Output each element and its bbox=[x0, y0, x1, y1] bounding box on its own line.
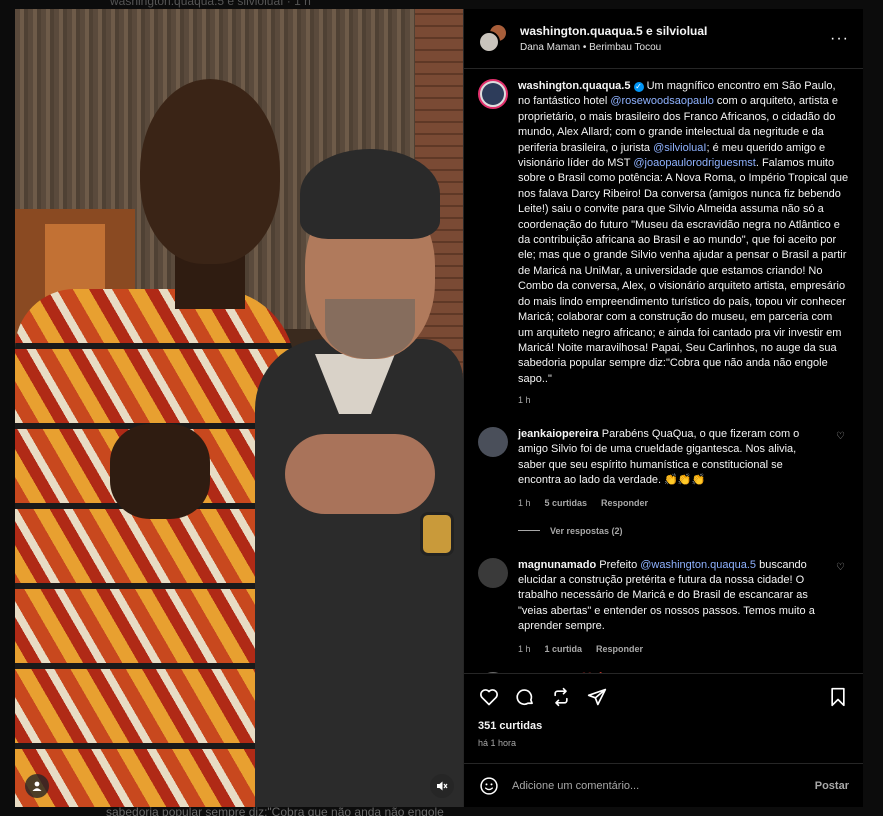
post-header: washington.quaqua.5 e silvioluaI Dana Ma… bbox=[464, 9, 863, 69]
caption-text: washington.quaqua.5 ✓ Um magnífico encon… bbox=[518, 79, 849, 387]
comment-likes[interactable]: 5 curtidas bbox=[545, 498, 588, 508]
comment-item: riibeirocaio ❤️🔥 ♡ bbox=[478, 671, 849, 674]
mention-link[interactable]: @joaopaulorodriguesmst bbox=[633, 157, 755, 169]
hair bbox=[300, 149, 440, 239]
comments-scroll-area[interactable]: washington.quaqua.5 ✓ Um magnífico encon… bbox=[464, 69, 863, 673]
verified-badge-icon: ✓ bbox=[633, 82, 644, 92]
post-photo[interactable] bbox=[15, 9, 463, 807]
like-comment-heart-icon[interactable]: ♡ bbox=[836, 431, 845, 442]
save-button[interactable] bbox=[827, 686, 849, 708]
reply-button[interactable]: Responder bbox=[601, 498, 648, 508]
mention-link[interactable]: @washington.quaqua.5 bbox=[640, 559, 756, 571]
view-replies-button[interactable]: Ver respostas (2) bbox=[518, 526, 849, 536]
heart-icon bbox=[480, 689, 498, 706]
reply-button[interactable]: Responder bbox=[596, 644, 643, 654]
comment-item: magnunamado Prefeito @washington.quaqua.… bbox=[478, 557, 849, 654]
post-timestamp[interactable]: há 1 hora bbox=[478, 738, 849, 748]
avatar bbox=[478, 30, 500, 53]
comment-text: jeankaiopereira Parabéns QuaQua, o que f… bbox=[518, 427, 825, 488]
audio-info: Dana Maman • Berimbau Tocou bbox=[520, 42, 830, 53]
header-text: washington.quaqua.5 e silvioluaI Dana Ma… bbox=[520, 24, 830, 53]
avatar[interactable] bbox=[478, 557, 508, 588]
audio-mute-button[interactable] bbox=[430, 774, 454, 798]
comment-time[interactable]: 1 h bbox=[518, 498, 531, 508]
caption-time[interactable]: 1 h bbox=[518, 395, 849, 405]
comment-likes[interactable]: 1 curtida bbox=[545, 644, 583, 654]
post-details-panel: washington.quaqua.5 e silvioluaI Dana Ma… bbox=[463, 9, 863, 807]
wristwatch bbox=[420, 512, 454, 556]
share-button[interactable] bbox=[586, 686, 608, 708]
comment-input[interactable] bbox=[512, 779, 803, 792]
comment-username[interactable]: jeankaiopereira bbox=[518, 428, 599, 440]
pointing-arm bbox=[285, 434, 435, 514]
caption-row: washington.quaqua.5 ✓ Um magnífico encon… bbox=[478, 79, 849, 405]
repost-button[interactable] bbox=[550, 686, 572, 708]
post-modal: washington.quaqua.5 e silvioluaI Dana Ma… bbox=[15, 9, 863, 807]
emoji-icon bbox=[480, 776, 498, 795]
avatar[interactable] bbox=[478, 671, 508, 673]
action-icon-bar bbox=[478, 680, 849, 714]
bookmark-icon bbox=[831, 687, 845, 707]
comment-meta: 1 h 5 curtidas Responder bbox=[518, 498, 825, 508]
post-authors[interactable]: washington.quaqua.5 e silvioluaI bbox=[520, 24, 830, 38]
likes-count[interactable]: 351 curtidas bbox=[478, 720, 849, 732]
repost-icon bbox=[554, 687, 568, 707]
comment-time[interactable]: 1 h bbox=[518, 644, 531, 654]
comment-item: jeankaiopereira Parabéns QuaQua, o que f… bbox=[478, 427, 849, 508]
comment-text: riibeirocaio ❤️🔥 bbox=[518, 672, 825, 674]
separator-dot: • bbox=[582, 42, 587, 53]
view-replies-label: Ver respostas (2) bbox=[550, 525, 623, 536]
post-actions: 351 curtidas há 1 hora bbox=[464, 673, 863, 763]
comment-button[interactable] bbox=[514, 686, 536, 708]
post-comment-button[interactable]: Postar bbox=[815, 780, 849, 792]
speaker-muted-icon bbox=[437, 781, 448, 791]
mention-link[interactable]: @rosewoodsaopaulo bbox=[610, 95, 714, 107]
audio-track-link[interactable]: Berimbau Tocou bbox=[589, 42, 661, 53]
caption-segment: . Falamos muito sobre o Brasil como potê… bbox=[518, 157, 849, 385]
add-comment-bar: Postar bbox=[464, 763, 863, 807]
photo-person-right bbox=[245, 149, 463, 807]
fist bbox=[110, 424, 210, 519]
comment-bubble-icon bbox=[516, 689, 533, 706]
emoji-button[interactable] bbox=[478, 775, 500, 797]
user-icon bbox=[32, 781, 42, 791]
beard bbox=[325, 299, 415, 359]
avatar[interactable] bbox=[478, 427, 508, 458]
tagged-users-button[interactable] bbox=[25, 774, 49, 798]
like-button[interactable] bbox=[478, 686, 500, 708]
like-comment-heart-icon[interactable]: ♡ bbox=[836, 562, 845, 573]
avatar[interactable] bbox=[478, 79, 508, 109]
paper-plane-icon bbox=[587, 688, 607, 706]
comment-prefix: Prefeito bbox=[599, 558, 641, 571]
more-options-button[interactable]: ··· bbox=[830, 30, 849, 48]
mention-link[interactable]: @silvioluaI bbox=[653, 142, 706, 154]
collab-avatars[interactable] bbox=[478, 22, 510, 55]
caption-username[interactable]: washington.quaqua.5 bbox=[518, 80, 630, 92]
comment-username[interactable]: magnunamado bbox=[518, 559, 596, 571]
audio-artist-link[interactable]: Dana Maman bbox=[520, 42, 580, 53]
comment-text: magnunamado Prefeito @washington.quaqua.… bbox=[518, 558, 825, 634]
background-post-text: washington.quaqua.5 e silvioluaI · 1 h bbox=[110, 0, 311, 8]
comment-meta: 1 h 1 curtida Responder bbox=[518, 644, 825, 654]
